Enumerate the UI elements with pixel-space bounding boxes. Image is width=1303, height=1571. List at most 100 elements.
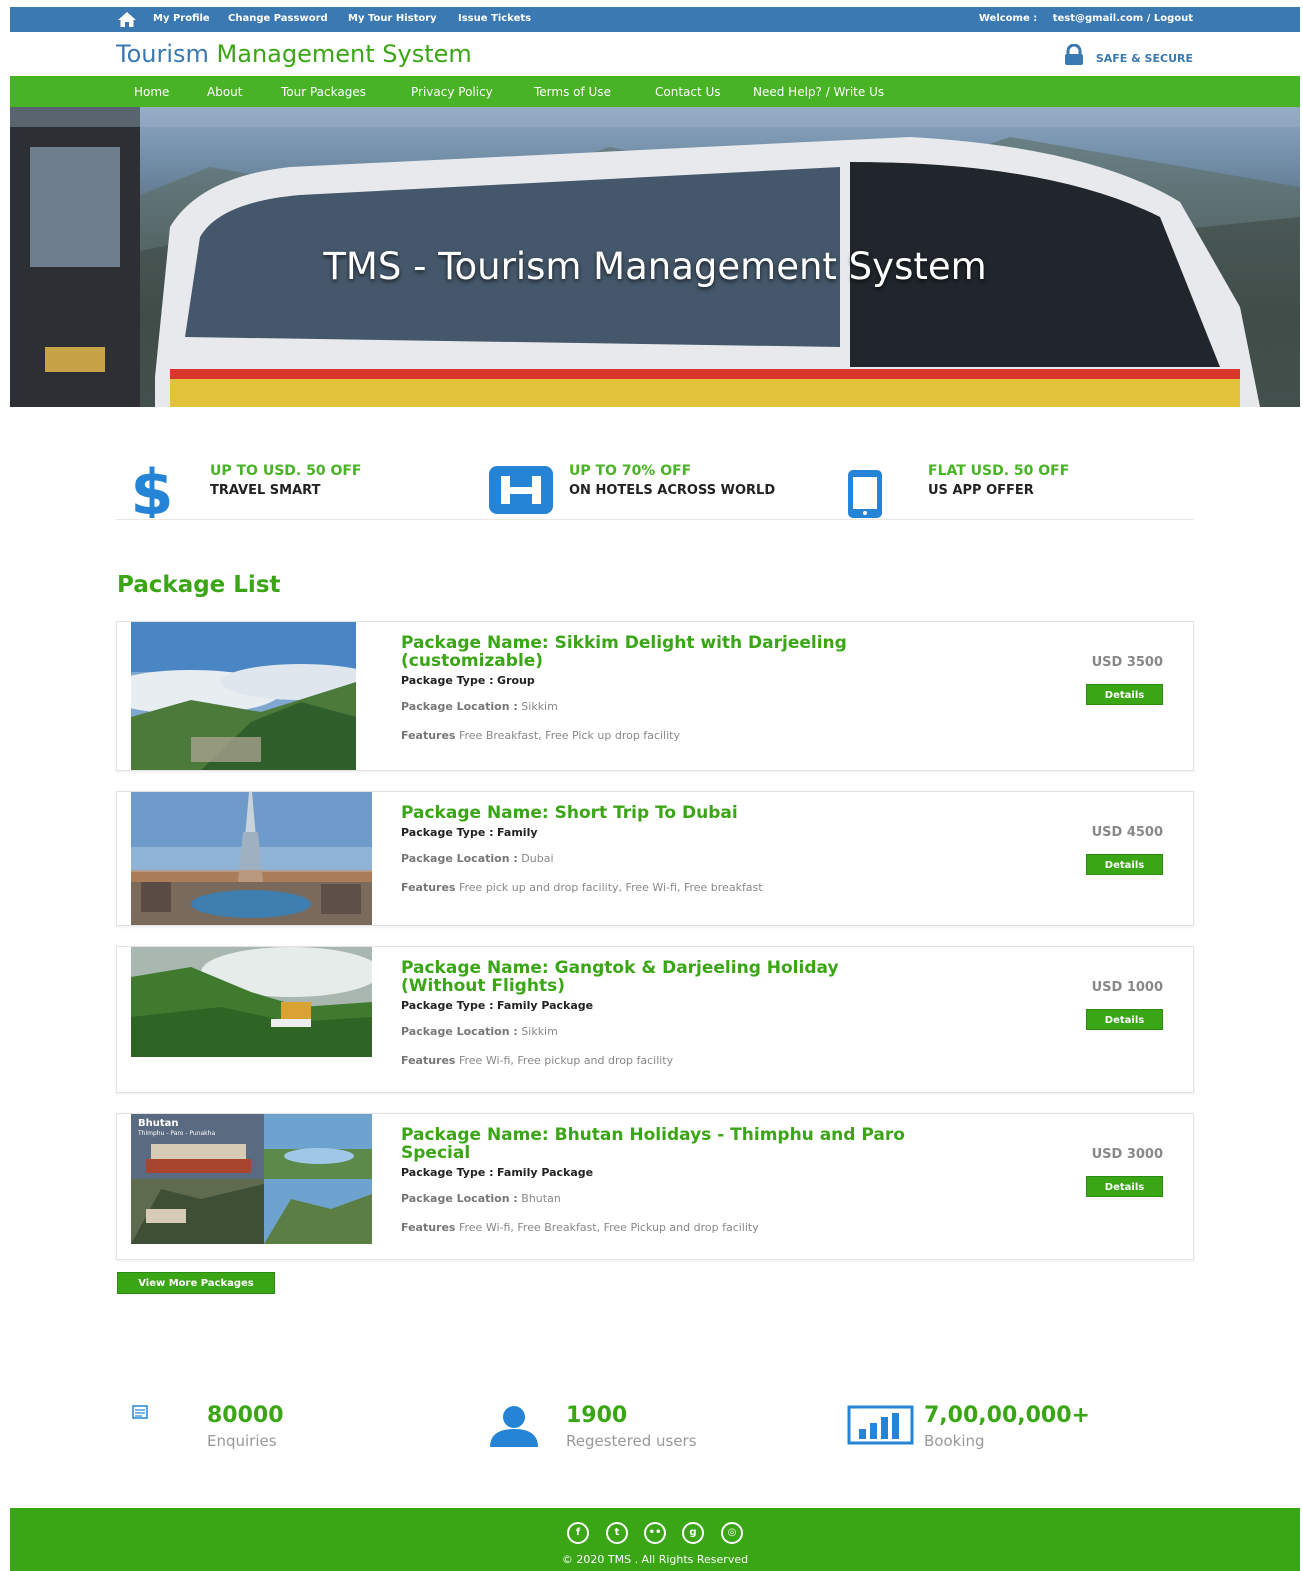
offer-title: UP TO 70% OFF (569, 463, 692, 479)
user-logout-link[interactable]: test@gmail.com / Logout (1053, 13, 1193, 24)
details-button[interactable]: Details (1086, 684, 1163, 705)
package-type-value: Family Package (497, 999, 594, 1012)
package-type: Package Type : Family Package (401, 999, 593, 1012)
my-tour-history-link[interactable]: My Tour History (348, 13, 437, 24)
package-list-title: Package List (117, 572, 281, 598)
flickr-icon[interactable]: •• (644, 1522, 666, 1544)
nav-about[interactable]: About (207, 85, 242, 99)
package-image[interactable] (131, 792, 372, 925)
stat-label: Booking (924, 1432, 985, 1450)
package-image-subcaption: Thimphu - Paro - Punakha (137, 1130, 215, 1137)
details-button[interactable]: Details (1086, 1009, 1163, 1030)
view-more-packages-button[interactable]: View More Packages (117, 1272, 275, 1294)
package-image[interactable]: Bhutan Thimphu - Paro - Punakha (131, 1114, 372, 1244)
offer-subtitle: US APP OFFER (928, 483, 1034, 498)
stat-item: 1900 Regestered users (488, 1400, 788, 1460)
package-features-value: Free pick up and drop facility, Free Wi-… (458, 881, 763, 894)
dribbble-icon[interactable]: ◎ (721, 1522, 743, 1544)
change-password-link[interactable]: Change Password (228, 13, 328, 24)
dollar-icon: $ (130, 458, 173, 518)
my-profile-link[interactable]: My Profile (153, 13, 210, 24)
site-brand[interactable]: Tourism Management System (116, 40, 472, 68)
hero-title: TMS - Tourism Management System (323, 245, 987, 288)
package-type-label: Package Type : (401, 674, 494, 687)
package-features-label: Features (401, 881, 456, 894)
package-name-prefix: Package Name: (401, 1125, 549, 1145)
home-icon[interactable] (117, 10, 137, 28)
package-features-label: Features (401, 729, 456, 742)
package-card: Package Name: Short Trip To Dubai Packag… (116, 791, 1194, 926)
offer-subtitle: ON HOTELS ACROSS WORLD (569, 483, 776, 498)
stat-label: Enquiries (207, 1432, 277, 1450)
package-features-value: Free Wi-fi, Free pickup and drop facilit… (458, 1054, 674, 1067)
package-type: Package Type : Family Package (401, 1166, 593, 1179)
package-name: Package Name: Gangtok & Darjeeling Holid… (401, 959, 921, 995)
footer: f t •• g ◎ © 2020 TMS . All Rights Reser… (10, 1508, 1300, 1571)
package-image[interactable] (131, 947, 372, 1057)
package-type-value: Family Package (497, 1166, 594, 1179)
package-location-label: Package Location : (401, 700, 518, 713)
stat-item: 80000 Enquiries (130, 1400, 430, 1460)
stat-value: 1900 (566, 1403, 628, 1428)
offer-subtitle: TRAVEL SMART (210, 483, 321, 498)
details-button[interactable]: Details (1086, 1176, 1163, 1197)
package-price: USD 3000 (1091, 1147, 1163, 1162)
package-features: Features Free Breakfast, Free Pick up dr… (401, 729, 680, 742)
package-type-value: Group (497, 674, 535, 687)
package-name: Package Name: Sikkim Delight with Darjee… (401, 634, 921, 670)
package-location-label: Package Location : (401, 1025, 518, 1038)
stat-item: 7,00,00,000+ Booking (847, 1400, 1147, 1460)
hero-banner: TMS - Tourism Management System (10, 107, 1300, 407)
brand-part2: Management System (216, 40, 472, 68)
issue-tickets-link[interactable]: Issue Tickets (458, 13, 531, 24)
package-card: Package Name: Gangtok & Darjeeling Holid… (116, 946, 1194, 1093)
package-image-caption: Bhutan (138, 1118, 179, 1129)
safe-secure-badge: SAFE & SECURE (1063, 44, 1193, 68)
package-name: Package Name: Short Trip To Dubai (401, 804, 921, 822)
top-bar: My Profile Change Password My Tour Histo… (10, 7, 1300, 32)
nav-tour-packages[interactable]: Tour Packages (281, 85, 366, 99)
package-type-label: Package Type : (401, 1166, 494, 1179)
offer-title: UP TO USD. 50 OFF (210, 463, 362, 479)
package-features-value: Free Wi-fi, Free Breakfast, Free Pickup … (458, 1221, 759, 1234)
package-location: Package Location : Sikkim (401, 700, 558, 713)
package-location-value: Sikkim (521, 1025, 558, 1038)
offers-strip: $ UP TO USD. 50 OFF TRAVEL SMART UP TO 7… (116, 450, 1194, 520)
package-type-value: Family (497, 826, 538, 839)
nav-home[interactable]: Home (134, 85, 169, 99)
package-name-prefix: Package Name: (401, 633, 549, 653)
mobile-icon (848, 470, 882, 518)
package-features: Features Free pick up and drop facility,… (401, 881, 763, 894)
stat-value: 80000 (207, 1403, 284, 1428)
nav-need-help[interactable]: Need Help? / Write Us (753, 85, 884, 99)
package-card: Package Name: Sikkim Delight with Darjee… (116, 621, 1194, 771)
package-name: Package Name: Bhutan Holidays - Thimphu … (401, 1126, 921, 1162)
nav-terms-of-use[interactable]: Terms of Use (534, 85, 611, 99)
package-location-value: Dubai (521, 852, 554, 865)
package-location-value: Bhutan (521, 1192, 561, 1205)
package-image[interactable] (131, 622, 356, 770)
main-nav: Home About Tour Packages Privacy Policy … (10, 76, 1300, 107)
package-features: Features Free Wi-fi, Free Breakfast, Fre… (401, 1221, 759, 1234)
hotel-icon (489, 466, 553, 514)
nav-privacy-policy[interactable]: Privacy Policy (411, 85, 493, 99)
copyright-text: © 2020 TMS . All Rights Reserved (561, 1553, 749, 1566)
nav-contact-us[interactable]: Contact Us (655, 85, 721, 99)
twitter-icon[interactable]: t (606, 1522, 628, 1544)
package-location: Package Location : Sikkim (401, 1025, 558, 1038)
package-features-label: Features (401, 1221, 456, 1234)
package-name-prefix: Package Name: (401, 958, 549, 978)
package-type-label: Package Type : (401, 999, 494, 1012)
package-location-value: Sikkim (521, 700, 558, 713)
google-plus-icon[interactable]: g (682, 1522, 704, 1544)
lock-icon (1064, 44, 1083, 65)
package-location-label: Package Location : (401, 1192, 518, 1205)
package-location: Package Location : Dubai (401, 852, 554, 865)
brand-part1: Tourism (116, 40, 209, 68)
package-name-prefix: Package Name: (401, 803, 549, 823)
facebook-icon[interactable]: f (567, 1522, 589, 1544)
welcome-label: Welcome : (978, 13, 1038, 24)
stat-label: Regestered users (566, 1432, 697, 1450)
details-button[interactable]: Details (1086, 854, 1163, 875)
package-features-value: Free Breakfast, Free Pick up drop facili… (458, 729, 680, 742)
